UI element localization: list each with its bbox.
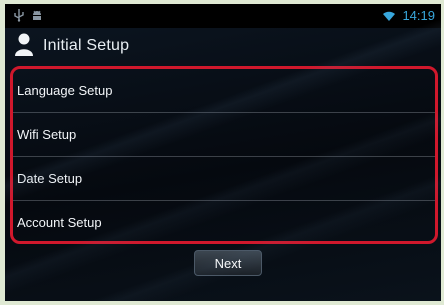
clock: 14:19	[402, 8, 435, 23]
status-bar: 14:19	[5, 4, 441, 28]
account-setup-label: Account Setup	[17, 215, 102, 230]
wifi-icon	[383, 11, 396, 21]
language-setup-item[interactable]: Language Setup	[13, 69, 435, 113]
title-bar: Initial Setup	[5, 28, 441, 64]
settings-list: Language Setup Wifi Setup Date Setup Acc…	[13, 69, 435, 244]
wifi-setup-item[interactable]: Wifi Setup	[13, 113, 435, 157]
android-debug-icon	[33, 10, 41, 20]
wifi-setup-label: Wifi Setup	[17, 127, 77, 142]
page-title: Initial Setup	[43, 37, 130, 54]
account-setup-item[interactable]: Account Setup	[13, 201, 435, 244]
next-button[interactable]: Next	[194, 250, 262, 276]
screen: 14:19 Initial Setup Language Setup Wifi …	[5, 4, 441, 301]
usb-icon	[14, 9, 24, 22]
language-setup-label: Language Setup	[17, 83, 113, 98]
settings-list-highlight: Language Setup Wifi Setup Date Setup Acc…	[10, 66, 438, 244]
date-setup-item[interactable]: Date Setup	[13, 157, 435, 201]
user-icon	[15, 33, 33, 56]
date-setup-label: Date Setup	[17, 171, 83, 186]
